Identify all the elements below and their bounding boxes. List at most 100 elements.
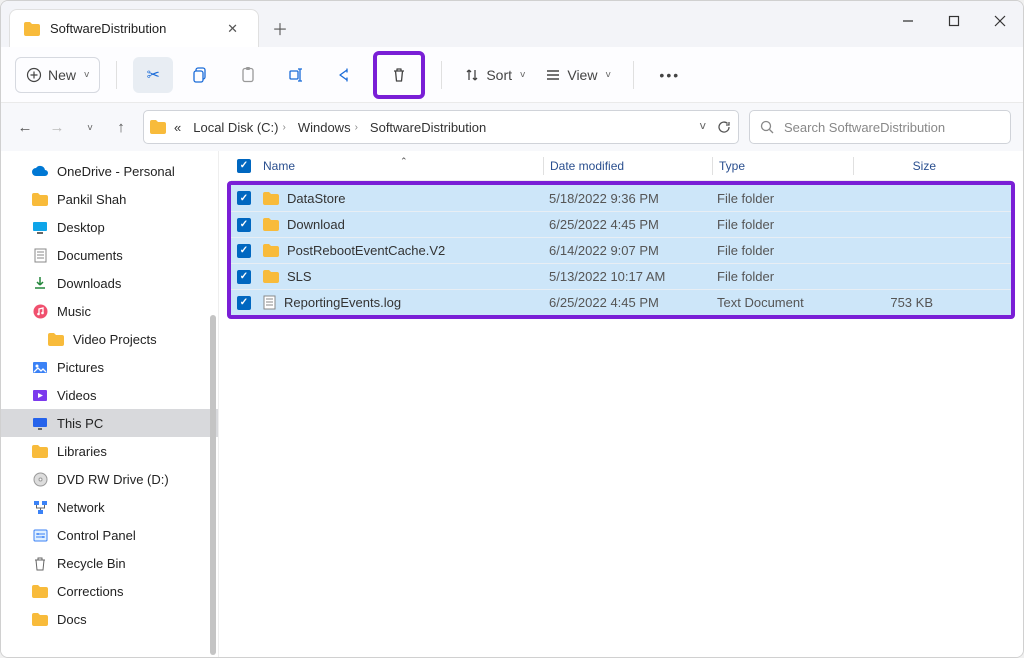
address-bar[interactable]: « Local Disk (C:)› Windows› SoftwareDist… (143, 110, 739, 144)
folder-icon (263, 244, 279, 257)
file-type: File folder (711, 191, 851, 206)
file-name: SLS (287, 269, 312, 284)
col-size[interactable]: Size (854, 159, 942, 173)
forward-button[interactable]: → (45, 115, 69, 139)
sidebar-item[interactable]: Pankil Shah (1, 185, 218, 213)
cut-button[interactable]: ✂ (133, 57, 173, 93)
network-icon (31, 500, 49, 515)
search-input[interactable] (784, 120, 1000, 135)
sidebar-item[interactable]: Recycle Bin (1, 549, 218, 577)
sidebar-item[interactable]: Downloads (1, 269, 218, 297)
recent-button[interactable]: ⅴ (77, 115, 101, 139)
document-icon (263, 295, 276, 310)
close-button[interactable] (977, 1, 1023, 41)
share-button[interactable] (325, 57, 365, 93)
sidebar-item[interactable]: Desktop (1, 213, 218, 241)
file-row[interactable]: ✓Download6/25/2022 4:45 PMFile folder (231, 211, 1011, 237)
sidebar-item-label: Control Panel (57, 528, 136, 543)
recycle-icon (31, 556, 49, 571)
new-button[interactable]: New ⅴ (15, 57, 100, 93)
search-box[interactable] (749, 110, 1011, 144)
file-name: DataStore (287, 191, 346, 206)
sidebar-item[interactable]: OneDrive - Personal (1, 157, 218, 185)
delete-button[interactable] (379, 57, 419, 93)
file-list: ✓ Name⌃ Date modified Type Size ✓ DataSto… (219, 151, 1023, 657)
sidebar-item[interactable]: Control Panel (1, 521, 218, 549)
tab-close-button[interactable]: ✕ (221, 19, 244, 39)
col-date[interactable]: Date modified (544, 159, 712, 173)
file-date: 6/25/2022 4:45 PM (543, 217, 711, 232)
sidebar-item-label: Network (57, 500, 105, 515)
paste-button[interactable] (229, 57, 269, 93)
file-row[interactable]: ✓ DataStore 5/18/2022 9:36 PMFile folder (231, 185, 1011, 211)
breadcrumb-part[interactable]: SoftwareDistribution (366, 120, 490, 135)
doc-icon (31, 248, 49, 263)
row-checkbox[interactable]: ✓ (231, 191, 257, 205)
row-checkbox[interactable]: ✓ (231, 296, 257, 310)
share-icon (336, 66, 354, 84)
rename-button[interactable] (277, 57, 317, 93)
row-checkbox[interactable]: ✓ (231, 270, 257, 284)
sidebar-item[interactable]: DVD RW Drive (D:) (1, 465, 218, 493)
window-controls (885, 1, 1023, 41)
minimize-button[interactable] (885, 1, 931, 41)
plus-circle-icon (26, 67, 42, 83)
tab-current[interactable]: SoftwareDistribution ✕ (9, 9, 259, 47)
search-icon (760, 120, 774, 134)
delete-highlight (373, 51, 425, 99)
folder-icon (31, 585, 49, 598)
breadcrumb-part[interactable]: Windows› (294, 120, 362, 135)
navbar: ← → ⅴ ↑ « Local Disk (C:)› Windows› Soft… (1, 103, 1023, 151)
scrollbar-thumb[interactable] (210, 315, 216, 655)
more-button[interactable]: ••• (650, 57, 690, 93)
sidebar-item-label: Pankil Shah (57, 192, 126, 207)
sidebar-item[interactable]: Corrections (1, 577, 218, 605)
file-date: 5/13/2022 10:17 AM (543, 269, 711, 284)
folder-icon (263, 218, 279, 231)
file-type: File folder (711, 269, 851, 284)
col-name[interactable]: Name⌃ (257, 159, 543, 173)
file-row[interactable]: ✓PostRebootEventCache.V26/14/2022 9:07 P… (231, 237, 1011, 263)
sidebar-item-label: Documents (57, 248, 123, 263)
file-date: 5/18/2022 9:36 PM (543, 191, 711, 206)
file-row[interactable]: ✓ReportingEvents.log6/25/2022 4:45 PMTex… (231, 289, 1011, 315)
view-button[interactable]: View ⅴ (539, 57, 616, 93)
file-name: Download (287, 217, 345, 232)
col-type[interactable]: Type (713, 159, 853, 173)
sidebar-item-label: Video Projects (73, 332, 157, 347)
sidebar-item[interactable]: Video Projects (1, 325, 218, 353)
sidebar-item[interactable]: Libraries (1, 437, 218, 465)
sort-icon (464, 67, 480, 83)
file-type: Text Document (711, 295, 851, 310)
folder-icon (263, 270, 279, 283)
select-all-checkbox[interactable]: ✓ (231, 159, 257, 173)
file-row[interactable]: ✓ SLS 5/13/2022 10:17 AMFile folder (231, 263, 1011, 289)
folder-icon (31, 445, 49, 458)
sidebar-item[interactable]: Pictures (1, 353, 218, 381)
refresh-button[interactable] (716, 119, 732, 135)
copy-button[interactable] (181, 57, 221, 93)
file-size: 753 KB (851, 295, 939, 310)
sidebar-item[interactable]: Videos (1, 381, 218, 409)
sidebar-item-label: Desktop (57, 220, 105, 235)
sidebar-item[interactable]: Music (1, 297, 218, 325)
row-checkbox[interactable]: ✓ (231, 218, 257, 232)
sidebar-item[interactable]: This PC (1, 409, 218, 437)
breadcrumb-part[interactable]: Local Disk (C:)› (189, 120, 290, 135)
new-tab-button[interactable]: ＋ (263, 11, 297, 45)
row-checkbox[interactable]: ✓ (231, 244, 257, 258)
up-button[interactable]: ↑ (109, 115, 133, 139)
file-type: File folder (711, 243, 851, 258)
sort-button[interactable]: Sort ⅴ (458, 57, 531, 93)
sidebar-item[interactable]: Network (1, 493, 218, 521)
maximize-button[interactable] (931, 1, 977, 41)
sidebar-item-label: DVD RW Drive (D:) (57, 472, 169, 487)
breadcrumb-prefix: « (170, 120, 185, 135)
sidebar-item-label: OneDrive - Personal (57, 164, 175, 179)
back-button[interactable]: ← (13, 115, 37, 139)
sidebar-item[interactable]: Docs (1, 605, 218, 633)
chevron-down-icon[interactable]: ⅴ (699, 119, 706, 135)
pc-icon (31, 417, 49, 430)
sidebar: OneDrive - Personal Pankil Shah Desktop Doc… (1, 151, 219, 657)
sidebar-item[interactable]: Documents (1, 241, 218, 269)
